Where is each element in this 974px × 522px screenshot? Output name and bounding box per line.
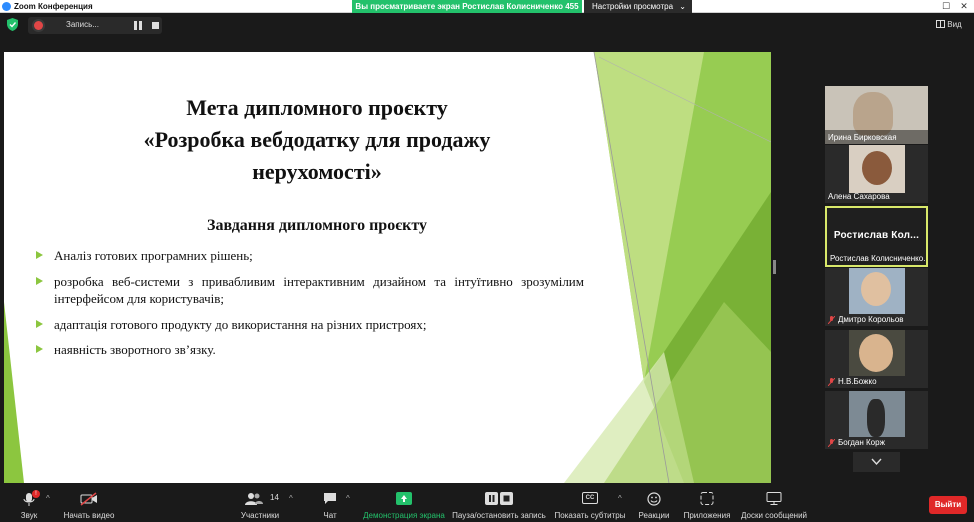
slide-title: Мета дипломного проєкту «Розробка вебдод… [143, 95, 491, 184]
mic-muted-icon [828, 316, 835, 324]
pause-stop-recording-button[interactable]: Пауза/остановить запись [452, 492, 546, 522]
apps-button[interactable]: Приложения [682, 492, 732, 522]
chat-options-caret[interactable]: ^ [346, 494, 350, 503]
whiteboards-label: Доски сообщений [740, 511, 807, 520]
view-settings-dropdown[interactable]: Настройки просмотра ⌄ [584, 0, 692, 13]
smiley-icon [647, 492, 661, 506]
chat-icon [324, 493, 336, 504]
audio-label: Звук [20, 511, 38, 520]
share-status-banner: Вы просматриваете экран Ростислав Колисн… [352, 0, 582, 13]
reactions-button[interactable]: Реакции [636, 492, 672, 522]
audio-options-caret[interactable]: ^ [46, 494, 50, 503]
recording-dot-icon [34, 21, 43, 30]
reactions-label: Реакции [638, 511, 670, 520]
slide-bullet: Аналіз готових програмних рішень; [36, 247, 584, 264]
shield-icon[interactable] [7, 18, 18, 31]
window-title: Zoom Конференция [14, 2, 93, 11]
apps-label: Приложения [683, 511, 731, 520]
participant-tile[interactable]: Алена Сахарова [825, 145, 928, 203]
participant-name: Ирина Бирковская [828, 133, 897, 142]
start-video-button[interactable]: Начать видео [60, 492, 118, 522]
scroll-down-button[interactable] [853, 452, 900, 472]
participant-tile[interactable]: Дмитро Корольов [825, 268, 928, 326]
mic-muted-icon [828, 439, 835, 447]
active-speaker-name: Ростислав Кол... [833, 230, 920, 241]
participant-tile[interactable]: Н.В.Божко [825, 330, 928, 388]
share-screen-button[interactable]: Демонстрация экрана [362, 492, 446, 522]
participant-tile-active-speaker[interactable]: Ростислав Кол... Ростислав Колисниченко.… [825, 206, 928, 267]
pause-stop-icon [485, 492, 513, 505]
pause-stop-recording-label: Пауза/остановить запись [452, 511, 546, 520]
zoom-logo-icon [2, 2, 11, 11]
panel-resize-handle[interactable] [773, 260, 776, 274]
mic-muted-icon [828, 378, 835, 386]
maximize-icon[interactable]: ☐ [938, 0, 954, 13]
participants-icon [245, 493, 263, 505]
video-off-icon [80, 492, 97, 506]
audio-alert-badge: ! [32, 490, 40, 498]
chat-label: Чат [323, 511, 337, 520]
shared-screen-slide: Мета дипломного проєкту «Розробка вебдод… [4, 52, 771, 483]
bullet-arrow-icon [36, 345, 43, 353]
participants-count: 14 [270, 493, 279, 502]
chevron-down-icon [871, 458, 882, 466]
pause-recording-icon[interactable] [134, 21, 142, 30]
recording-label: Запись... [66, 20, 99, 29]
captions-button[interactable]: CC Показать субтитры [552, 492, 628, 522]
participant-name: Ростислав Колисниченко... [830, 254, 928, 263]
bullet-arrow-icon [36, 277, 43, 285]
share-screen-label: Демонстрация экрана [363, 511, 445, 520]
captions-options-caret[interactable]: ^ [618, 494, 622, 503]
view-settings-label: Настройки просмотра [592, 2, 674, 11]
view-button[interactable]: Вид [936, 18, 972, 32]
whiteboards-button[interactable]: Доски сообщений [740, 492, 808, 522]
participants-options-caret[interactable]: ^ [289, 494, 293, 503]
stop-recording-icon[interactable] [152, 22, 159, 29]
participant-name: Дмитро Корольов [838, 315, 904, 324]
bullet-arrow-icon [36, 320, 43, 328]
view-button-label: Вид [947, 20, 962, 29]
bullet-arrow-icon [36, 251, 43, 259]
participant-name: Н.В.Божко [838, 377, 877, 386]
participants-button[interactable]: 14 Участники [236, 492, 284, 522]
chat-button[interactable]: Чат [316, 492, 344, 522]
slide-bullet: наявність зворотного зв’язку. [36, 341, 584, 358]
participant-name: Алена Сахарова [828, 192, 890, 201]
close-icon[interactable]: ✕ [956, 0, 972, 13]
captions-label: Показать субтитры [554, 511, 626, 520]
chevron-down-icon: ⌄ [679, 2, 686, 11]
closed-captions-icon: CC [582, 492, 598, 504]
share-screen-icon [396, 492, 412, 505]
leave-meeting-button[interactable]: Выйти [929, 496, 967, 514]
slide-bullet: адаптація готового продукту до використа… [36, 316, 584, 333]
start-video-label: Начать видео [63, 511, 115, 520]
whiteboard-icon [766, 492, 782, 505]
grid-view-icon [936, 20, 945, 28]
audio-button[interactable]: ! Звук [14, 490, 44, 522]
slide-bullet: розробка веб-системи з привабливим інтер… [36, 273, 584, 307]
apps-icon [700, 492, 714, 505]
participant-name: Богдан Корж [838, 438, 885, 447]
slide-subtitle: Завдання дипломного проєкту [207, 217, 427, 234]
participants-label: Участники [240, 511, 280, 520]
participant-tile[interactable]: Богдан Корж [825, 391, 928, 449]
participant-tile[interactable]: Ирина Бирковская [825, 86, 928, 144]
